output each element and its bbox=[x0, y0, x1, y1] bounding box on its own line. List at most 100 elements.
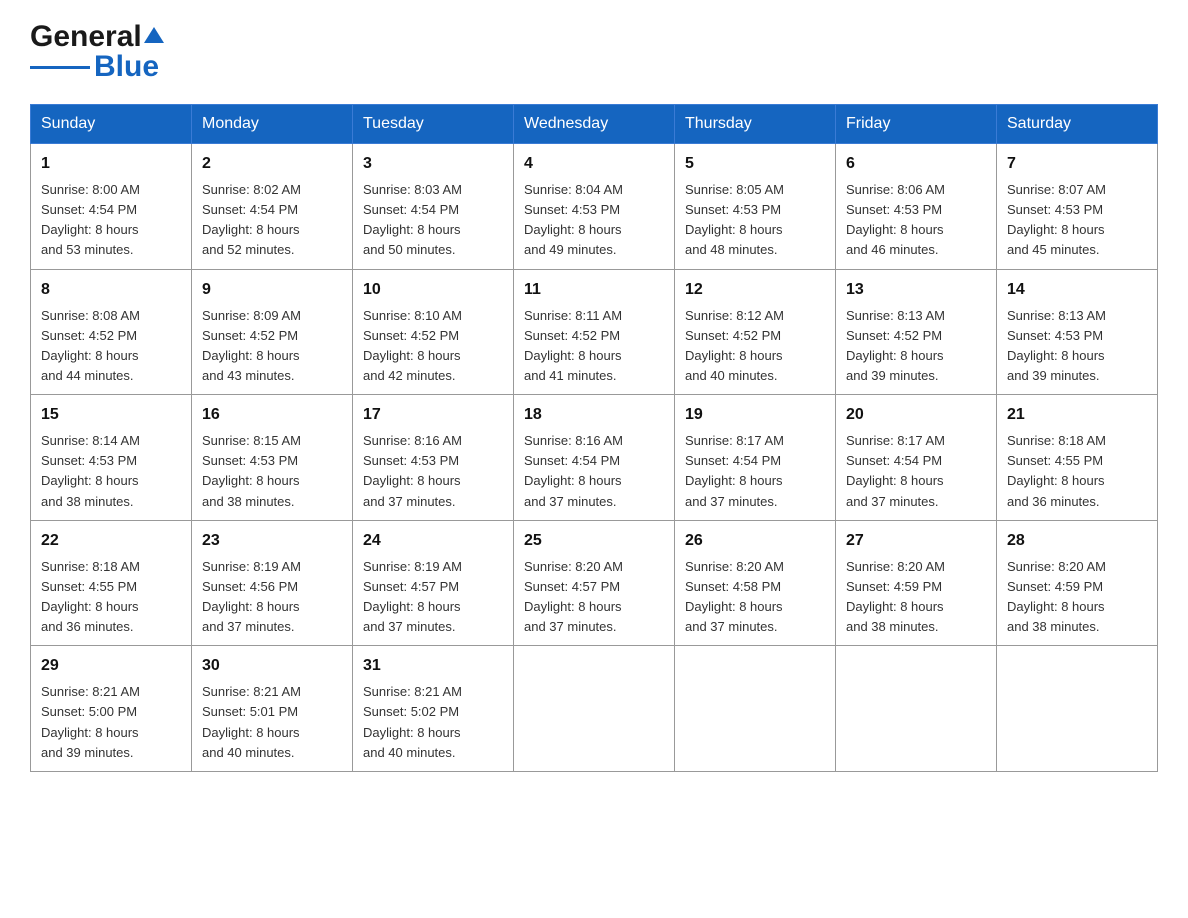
col-header-wednesday: Wednesday bbox=[514, 105, 675, 144]
day-info: Sunrise: 8:15 AMSunset: 4:53 PMDaylight:… bbox=[202, 431, 342, 512]
logo-blue-text: Blue bbox=[94, 50, 159, 84]
calendar-week-row: 22 Sunrise: 8:18 AMSunset: 4:55 PMDaylig… bbox=[31, 520, 1158, 646]
day-number: 29 bbox=[41, 654, 181, 678]
day-number: 11 bbox=[524, 278, 664, 302]
logo-general-text: General bbox=[30, 20, 142, 54]
col-header-friday: Friday bbox=[836, 105, 997, 144]
calendar-cell: 5 Sunrise: 8:05 AMSunset: 4:53 PMDayligh… bbox=[675, 144, 836, 270]
day-info: Sunrise: 8:17 AMSunset: 4:54 PMDaylight:… bbox=[846, 431, 986, 512]
day-info: Sunrise: 8:07 AMSunset: 4:53 PMDaylight:… bbox=[1007, 180, 1147, 261]
day-number: 21 bbox=[1007, 403, 1147, 427]
day-info: Sunrise: 8:12 AMSunset: 4:52 PMDaylight:… bbox=[685, 306, 825, 387]
day-info: Sunrise: 8:21 AMSunset: 5:01 PMDaylight:… bbox=[202, 682, 342, 763]
calendar-cell: 12 Sunrise: 8:12 AMSunset: 4:52 PMDaylig… bbox=[675, 269, 836, 395]
day-info: Sunrise: 8:13 AMSunset: 4:52 PMDaylight:… bbox=[846, 306, 986, 387]
col-header-sunday: Sunday bbox=[31, 105, 192, 144]
logo-triangle-icon bbox=[143, 24, 165, 46]
day-number: 7 bbox=[1007, 152, 1147, 176]
day-info: Sunrise: 8:18 AMSunset: 4:55 PMDaylight:… bbox=[41, 557, 181, 638]
calendar-header-row: SundayMondayTuesdayWednesdayThursdayFrid… bbox=[31, 105, 1158, 144]
day-number: 10 bbox=[363, 278, 503, 302]
calendar-cell: 27 Sunrise: 8:20 AMSunset: 4:59 PMDaylig… bbox=[836, 520, 997, 646]
day-info: Sunrise: 8:20 AMSunset: 4:57 PMDaylight:… bbox=[524, 557, 664, 638]
calendar-week-row: 29 Sunrise: 8:21 AMSunset: 5:00 PMDaylig… bbox=[31, 646, 1158, 772]
day-number: 5 bbox=[685, 152, 825, 176]
calendar-week-row: 15 Sunrise: 8:14 AMSunset: 4:53 PMDaylig… bbox=[31, 395, 1158, 521]
day-number: 14 bbox=[1007, 278, 1147, 302]
calendar-cell: 8 Sunrise: 8:08 AMSunset: 4:52 PMDayligh… bbox=[31, 269, 192, 395]
day-info: Sunrise: 8:04 AMSunset: 4:53 PMDaylight:… bbox=[524, 180, 664, 261]
calendar-cell: 24 Sunrise: 8:19 AMSunset: 4:57 PMDaylig… bbox=[353, 520, 514, 646]
calendar-cell: 23 Sunrise: 8:19 AMSunset: 4:56 PMDaylig… bbox=[192, 520, 353, 646]
day-number: 24 bbox=[363, 529, 503, 553]
day-number: 19 bbox=[685, 403, 825, 427]
day-number: 18 bbox=[524, 403, 664, 427]
calendar-cell: 9 Sunrise: 8:09 AMSunset: 4:52 PMDayligh… bbox=[192, 269, 353, 395]
day-info: Sunrise: 8:16 AMSunset: 4:53 PMDaylight:… bbox=[363, 431, 503, 512]
day-info: Sunrise: 8:11 AMSunset: 4:52 PMDaylight:… bbox=[524, 306, 664, 387]
day-number: 17 bbox=[363, 403, 503, 427]
day-info: Sunrise: 8:20 AMSunset: 4:59 PMDaylight:… bbox=[1007, 557, 1147, 638]
calendar-cell: 14 Sunrise: 8:13 AMSunset: 4:53 PMDaylig… bbox=[997, 269, 1158, 395]
calendar-cell: 17 Sunrise: 8:16 AMSunset: 4:53 PMDaylig… bbox=[353, 395, 514, 521]
day-number: 22 bbox=[41, 529, 181, 553]
col-header-saturday: Saturday bbox=[997, 105, 1158, 144]
calendar-cell: 13 Sunrise: 8:13 AMSunset: 4:52 PMDaylig… bbox=[836, 269, 997, 395]
calendar-cell: 16 Sunrise: 8:15 AMSunset: 4:53 PMDaylig… bbox=[192, 395, 353, 521]
calendar-week-row: 8 Sunrise: 8:08 AMSunset: 4:52 PMDayligh… bbox=[31, 269, 1158, 395]
day-number: 28 bbox=[1007, 529, 1147, 553]
calendar-cell: 4 Sunrise: 8:04 AMSunset: 4:53 PMDayligh… bbox=[514, 144, 675, 270]
day-info: Sunrise: 8:20 AMSunset: 4:58 PMDaylight:… bbox=[685, 557, 825, 638]
day-number: 23 bbox=[202, 529, 342, 553]
day-number: 2 bbox=[202, 152, 342, 176]
day-number: 4 bbox=[524, 152, 664, 176]
day-info: Sunrise: 8:06 AMSunset: 4:53 PMDaylight:… bbox=[846, 180, 986, 261]
day-info: Sunrise: 8:10 AMSunset: 4:52 PMDaylight:… bbox=[363, 306, 503, 387]
day-number: 3 bbox=[363, 152, 503, 176]
calendar-table: SundayMondayTuesdayWednesdayThursdayFrid… bbox=[30, 104, 1158, 772]
calendar-cell: 18 Sunrise: 8:16 AMSunset: 4:54 PMDaylig… bbox=[514, 395, 675, 521]
calendar-cell: 10 Sunrise: 8:10 AMSunset: 4:52 PMDaylig… bbox=[353, 269, 514, 395]
calendar-cell: 20 Sunrise: 8:17 AMSunset: 4:54 PMDaylig… bbox=[836, 395, 997, 521]
day-info: Sunrise: 8:19 AMSunset: 4:57 PMDaylight:… bbox=[363, 557, 503, 638]
day-info: Sunrise: 8:00 AMSunset: 4:54 PMDaylight:… bbox=[41, 180, 181, 261]
day-number: 8 bbox=[41, 278, 181, 302]
day-number: 1 bbox=[41, 152, 181, 176]
day-number: 30 bbox=[202, 654, 342, 678]
calendar-week-row: 1 Sunrise: 8:00 AMSunset: 4:54 PMDayligh… bbox=[31, 144, 1158, 270]
calendar-cell: 3 Sunrise: 8:03 AMSunset: 4:54 PMDayligh… bbox=[353, 144, 514, 270]
day-number: 9 bbox=[202, 278, 342, 302]
calendar-cell: 28 Sunrise: 8:20 AMSunset: 4:59 PMDaylig… bbox=[997, 520, 1158, 646]
day-number: 13 bbox=[846, 278, 986, 302]
calendar-cell bbox=[514, 646, 675, 772]
col-header-thursday: Thursday bbox=[675, 105, 836, 144]
calendar-cell: 31 Sunrise: 8:21 AMSunset: 5:02 PMDaylig… bbox=[353, 646, 514, 772]
day-info: Sunrise: 8:09 AMSunset: 4:52 PMDaylight:… bbox=[202, 306, 342, 387]
calendar-cell: 2 Sunrise: 8:02 AMSunset: 4:54 PMDayligh… bbox=[192, 144, 353, 270]
day-number: 12 bbox=[685, 278, 825, 302]
calendar-cell bbox=[675, 646, 836, 772]
calendar-cell: 6 Sunrise: 8:06 AMSunset: 4:53 PMDayligh… bbox=[836, 144, 997, 270]
day-number: 15 bbox=[41, 403, 181, 427]
page-header: General Blue bbox=[30, 20, 1158, 84]
day-info: Sunrise: 8:17 AMSunset: 4:54 PMDaylight:… bbox=[685, 431, 825, 512]
calendar-cell: 22 Sunrise: 8:18 AMSunset: 4:55 PMDaylig… bbox=[31, 520, 192, 646]
calendar-cell bbox=[836, 646, 997, 772]
calendar-cell: 15 Sunrise: 8:14 AMSunset: 4:53 PMDaylig… bbox=[31, 395, 192, 521]
day-info: Sunrise: 8:21 AMSunset: 5:00 PMDaylight:… bbox=[41, 682, 181, 763]
day-number: 25 bbox=[524, 529, 664, 553]
day-info: Sunrise: 8:02 AMSunset: 4:54 PMDaylight:… bbox=[202, 180, 342, 261]
day-number: 26 bbox=[685, 529, 825, 553]
day-info: Sunrise: 8:20 AMSunset: 4:59 PMDaylight:… bbox=[846, 557, 986, 638]
calendar-cell: 11 Sunrise: 8:11 AMSunset: 4:52 PMDaylig… bbox=[514, 269, 675, 395]
calendar-cell: 1 Sunrise: 8:00 AMSunset: 4:54 PMDayligh… bbox=[31, 144, 192, 270]
logo-line bbox=[30, 66, 90, 69]
calendar-cell: 7 Sunrise: 8:07 AMSunset: 4:53 PMDayligh… bbox=[997, 144, 1158, 270]
day-info: Sunrise: 8:21 AMSunset: 5:02 PMDaylight:… bbox=[363, 682, 503, 763]
calendar-cell: 26 Sunrise: 8:20 AMSunset: 4:58 PMDaylig… bbox=[675, 520, 836, 646]
day-info: Sunrise: 8:19 AMSunset: 4:56 PMDaylight:… bbox=[202, 557, 342, 638]
day-info: Sunrise: 8:03 AMSunset: 4:54 PMDaylight:… bbox=[363, 180, 503, 261]
calendar-cell: 30 Sunrise: 8:21 AMSunset: 5:01 PMDaylig… bbox=[192, 646, 353, 772]
calendar-cell: 19 Sunrise: 8:17 AMSunset: 4:54 PMDaylig… bbox=[675, 395, 836, 521]
day-info: Sunrise: 8:14 AMSunset: 4:53 PMDaylight:… bbox=[41, 431, 181, 512]
